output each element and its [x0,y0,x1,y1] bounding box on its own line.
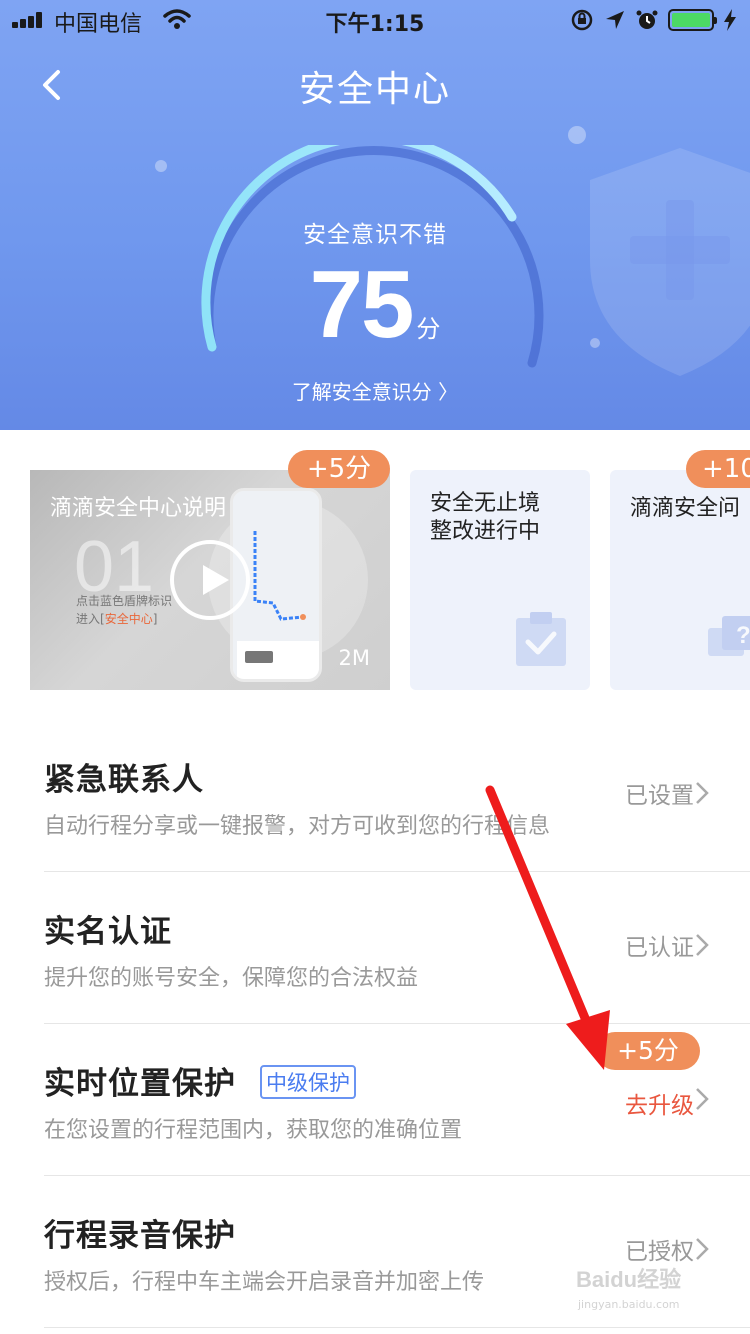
score-value: 75 [309,251,415,358]
chevron-right-icon [696,934,709,956]
score-unit: 分 [416,315,441,343]
learn-score-link[interactable]: 了解安全意识分 〉 [0,376,750,405]
clipboard-check-icon [516,612,566,666]
item-title: 实名认证 [44,914,172,950]
header: 中国电信 下午1:15 安全中心 安全意识不错 75 分 了解安全意识分 〉 [0,0,750,430]
item-title: 实时位置保护 中级保护 [44,1058,356,1103]
video-hint-line2: 进入[安全中心] [76,610,172,628]
video-hint: 点击蓝色盾牌标识 进入[安全中心] [76,592,172,628]
alarm-icon [636,10,658,29]
status-bar: 中国电信 下午1:15 [0,0,750,40]
orientation-lock-icon [571,9,593,31]
watermark-url: jingyan.baidu.com [578,1298,680,1311]
item-title-text: 实时位置保护 [44,1066,236,1102]
safety-qa-card[interactable]: 滴滴安全问 ? [610,470,750,690]
safety-qa-title: 滴滴安全问 [630,496,741,521]
upgrade-link[interactable]: 去升级 [625,1086,694,1120]
chevron-right-icon [696,1238,709,1260]
item-status: 已授权 [625,1239,694,1265]
video-size: 2M [338,646,370,670]
item-title: 紧急联系人 [44,762,204,798]
video-title: 滴滴安全中心说明 [50,496,227,521]
page-title: 安全中心 [298,69,451,110]
video-card[interactable]: 滴滴安全中心说明 01 点击蓝色盾牌标识 进入[安全中心] 2M [30,470,390,690]
decor-dot [155,160,167,172]
safety-card-text: 安全无止境 整改进行中 [430,490,540,546]
chevron-right-icon [696,782,709,804]
item-desc: 提升您的账号安全，保障您的合法权益 [44,966,419,991]
location-protection-item[interactable]: 实时位置保护 中级保护 在您设置的行程范围内，获取您的准确位置 +5分 去升级 [44,1024,750,1176]
watermark-logo: Baidu经验 [576,1267,682,1292]
item-desc: 授权后，行程中车主端会开启录音并加密上传 [44,1270,485,1295]
video-hint-highlight: 安全中心 [104,612,153,626]
chevron-right-icon [696,1088,709,1110]
video-points-badge: +5分 [288,450,390,488]
safety-card-line1: 安全无止境 [430,491,541,516]
real-name-item[interactable]: 实名认证 提升您的账号安全，保障您的合法权益 已认证 [44,872,750,1024]
safety-card[interactable]: 安全无止境 整改进行中 [410,470,590,690]
protection-level-tag: 中级保护 [260,1065,356,1099]
question-chat-icon: ? [708,616,750,656]
video-hint-suffix: ] [152,612,158,626]
annotation-arrow-icon [485,785,610,1070]
svg-text:?: ? [736,622,750,649]
status-icons [570,6,736,34]
item-status: 已认证 [625,935,694,961]
score-label: 安全意识不错 [303,222,447,248]
item-desc: 在您设置的行程范围内，获取您的准确位置 [44,1118,463,1143]
play-icon[interactable] [170,540,250,620]
qa-points-badge: +10 [686,450,750,488]
score-display: 75 分 [0,250,750,360]
item-status: 已设置 [625,783,694,809]
location-icon [606,11,624,29]
video-hint-line1: 点击蓝色盾牌标识 [76,594,173,608]
cards-carousel[interactable]: 滴滴安全中心说明 01 点击蓝色盾牌标识 进入[安全中心] 2M +5分 安全无… [0,430,750,720]
item-title: 行程录音保护 [44,1218,236,1254]
emergency-contact-item[interactable]: 紧急联系人 自动行程分享或一键报警，对方可收到您的行程信息 已设置 [44,720,750,872]
battery-icon [668,9,717,31]
safety-card-line2: 整改进行中 [430,519,541,544]
charging-icon [724,9,736,31]
video-hint-prefix: 进入[ [76,612,105,626]
